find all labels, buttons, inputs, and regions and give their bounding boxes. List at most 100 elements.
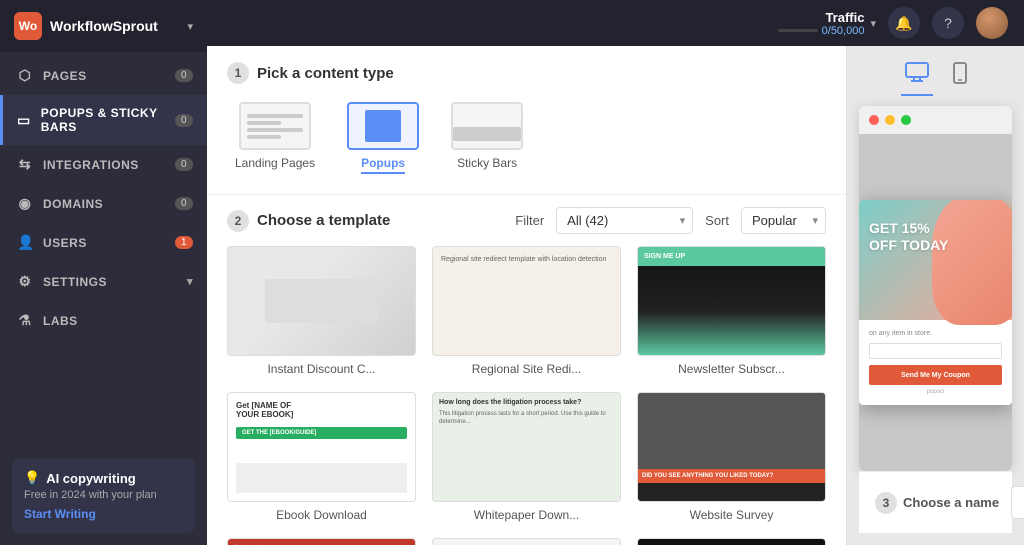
content-type-landing[interactable]: Landing Pages <box>227 98 323 178</box>
browser-bar <box>859 106 1012 134</box>
settings-icon: ⚙ <box>17 273 33 290</box>
users-badge: 1 <box>175 236 193 249</box>
popup-brand: popoci <box>869 389 1002 395</box>
template-card-flash[interactable]: FLASH SALE. Here's 25% off Until 1:00am … <box>637 538 826 545</box>
filter-label: Filter <box>515 213 544 228</box>
popups-icon: ▭ <box>17 112 31 129</box>
notifications-button[interactable]: 🔔 <box>888 7 920 39</box>
popup-body: on any item in store. Send Me My Coupon … <box>859 320 1012 405</box>
traffic-dropdown-icon[interactable]: ▾ <box>870 17 876 30</box>
step1-text: Pick a content type <box>257 65 394 82</box>
integrations-badge: 0 <box>175 158 193 171</box>
ai-subtitle: Free in 2024 with your plan <box>24 489 183 501</box>
sticky-label: Sticky Bars <box>457 156 517 170</box>
step1-circle: 1 <box>227 62 249 84</box>
template-thumb-regional: Regional site redirect template with loc… <box>432 246 621 356</box>
template-grid-container: Instant Discount C... Regional site redi… <box>207 246 846 545</box>
popup-headline-text: GET 15%OFF TODAY <box>869 220 948 254</box>
browser-dot-yellow <box>885 115 895 125</box>
filter-select-wrapper[interactable]: All (42) Lead Generation Promotions Surv… <box>556 207 693 234</box>
traffic-count: 0/50,000 <box>822 25 865 37</box>
template-card-regional[interactable]: Regional site redirect template with loc… <box>432 246 621 376</box>
template-card-survey[interactable]: DID YOU SEE ANYTHING YOU LIKED TODAY? We… <box>637 392 826 522</box>
sidebar-item-domains[interactable]: ◉ Domains 0 <box>0 184 207 223</box>
popup-thumb-sketch <box>365 110 401 142</box>
landing-thumb <box>239 102 311 150</box>
sort-select[interactable]: Popular Newest A-Z <box>741 207 826 234</box>
step2-text: Choose a template <box>257 212 390 229</box>
sidebar-item-users-label: Users <box>43 236 87 250</box>
template-name-regional: Regional Site Redi... <box>432 362 621 376</box>
filter-select[interactable]: All (42) Lead Generation Promotions Surv… <box>556 207 693 234</box>
sidebar: Wo WorkflowSprout ▾ ⬡ Pages 0 ▭ Popups &… <box>0 0 207 545</box>
preview-content: GET 15%OFF TODAY on any item in store. S… <box>859 134 1012 471</box>
template-card-newsletter[interactable]: SIGN ME UP Newsletter Subscr... <box>637 246 826 376</box>
backpack-image <box>932 200 1012 325</box>
content-area: 1 Pick a content type Lan <box>207 46 1024 545</box>
user-avatar[interactable] <box>976 7 1008 39</box>
template-grid: Instant Discount C... Regional site redi… <box>227 246 826 545</box>
popup-preview-card: GET 15%OFF TODAY on any item in store. S… <box>859 200 1012 405</box>
help-icon: ? <box>944 15 952 31</box>
step1-label: 1 Pick a content type <box>227 62 826 84</box>
sidebar-item-settings[interactable]: ⚙ Settings ▾ <box>0 262 207 301</box>
content-type-sticky[interactable]: Sticky Bars <box>443 98 531 178</box>
popups-label: Popups <box>361 156 405 174</box>
sidebar-item-users[interactable]: 👤 Users 1 <box>0 223 207 262</box>
template-card-cro[interactable]: Next set: THE TOP SEVEN CRO EXPERTS IN T… <box>227 538 416 545</box>
domains-badge: 0 <box>175 197 193 210</box>
template-thumb-newsletter: SIGN ME UP <box>637 246 826 356</box>
mobile-device-button[interactable] <box>949 58 971 96</box>
app-logo-badge: Wo <box>14 12 42 40</box>
template-thumb-whitepaper: How long does the litigation process tak… <box>432 392 621 502</box>
content-types: Landing Pages Popups Sticky Bars <box>227 98 826 178</box>
template-card-whitepaper[interactable]: How long does the litigation process tak… <box>432 392 621 522</box>
template-name-input[interactable] <box>1011 486 1024 519</box>
template-card-ebook[interactable]: Get [NAME OFYOUR EBOOK] GET THE [EBOOK/G… <box>227 392 416 522</box>
template-thumb-flash: FLASH SALE. Here's 25% off Until 1:00am … <box>637 538 826 545</box>
ai-title: 💡 AI copywriting <box>24 470 183 486</box>
step3-label: 3 Choose a name <box>875 492 999 514</box>
popup-subtext: on any item in store. <box>869 330 1002 337</box>
app-name: WorkflowSprout <box>50 18 179 34</box>
labs-icon: ⚗ <box>17 312 33 329</box>
step3-circle: 3 <box>875 492 897 514</box>
sidebar-item-integrations[interactable]: ⇆ Integrations 0 <box>0 145 207 184</box>
landing-label: Landing Pages <box>235 156 315 170</box>
ai-start-writing-link[interactable]: Start Writing <box>24 507 183 521</box>
users-icon: 👤 <box>17 234 33 251</box>
picker-panel: 1 Pick a content type Lan <box>207 46 847 545</box>
template-thumb-cro: Next set: THE TOP SEVEN CRO EXPERTS IN T… <box>227 538 416 545</box>
topbar: Traffic 0/50,000 ▾ 🔔 ? <box>207 0 1024 46</box>
template-controls: 2 Choose a template Filter All (42) Lead… <box>207 195 846 246</box>
template-thumb-survey: DID YOU SEE ANYTHING YOU LIKED TODAY? <box>637 392 826 502</box>
line4 <box>247 135 281 139</box>
main-area: Traffic 0/50,000 ▾ 🔔 ? 1 <box>207 0 1024 545</box>
sort-select-wrapper[interactable]: Popular Newest A-Z ▾ <box>741 207 826 234</box>
content-type-popups[interactable]: Popups <box>339 98 427 178</box>
sidebar-header[interactable]: Wo WorkflowSprout ▾ <box>0 0 207 52</box>
sidebar-item-popups[interactable]: ▭ Popups & Sticky Bars 0 <box>0 95 207 145</box>
sticky-thumb-sketch <box>453 127 521 141</box>
popup-headline-overlay: GET 15%OFF TODAY <box>869 220 948 254</box>
popups-badge: 0 <box>175 114 193 127</box>
template-card-instant[interactable]: Instant Discount C... <box>227 246 416 376</box>
pages-icon: ⬡ <box>17 67 33 84</box>
desktop-device-button[interactable] <box>901 58 933 96</box>
sidebar-item-labs[interactable]: ⚗ Labs <box>0 301 207 340</box>
popup-email-input <box>869 343 1002 359</box>
domains-icon: ◉ <box>17 195 33 212</box>
sidebar-chevron-icon: ▾ <box>187 20 193 33</box>
sidebar-nav: ⬡ Pages 0 ▭ Popups & Sticky Bars 0 ⇆ Int… <box>0 52 207 446</box>
sidebar-item-pages[interactable]: ⬡ Pages 0 <box>0 56 207 95</box>
integrations-icon: ⇆ <box>17 156 33 173</box>
preview-window: GET 15%OFF TODAY on any item in store. S… <box>859 106 1012 471</box>
pages-badge: 0 <box>175 69 193 82</box>
template-card-logo[interactable]: LOGO Want to [INSERT RELE COMPELLING QUE… <box>432 538 621 545</box>
step2-circle: 2 <box>227 210 249 232</box>
step2-label: 2 Choose a template <box>227 210 390 232</box>
device-controls <box>859 58 1012 96</box>
step3-section: 3 Choose a name Start with this template <box>859 471 1012 533</box>
help-button[interactable]: ? <box>932 7 964 39</box>
popups-thumb <box>347 102 419 150</box>
